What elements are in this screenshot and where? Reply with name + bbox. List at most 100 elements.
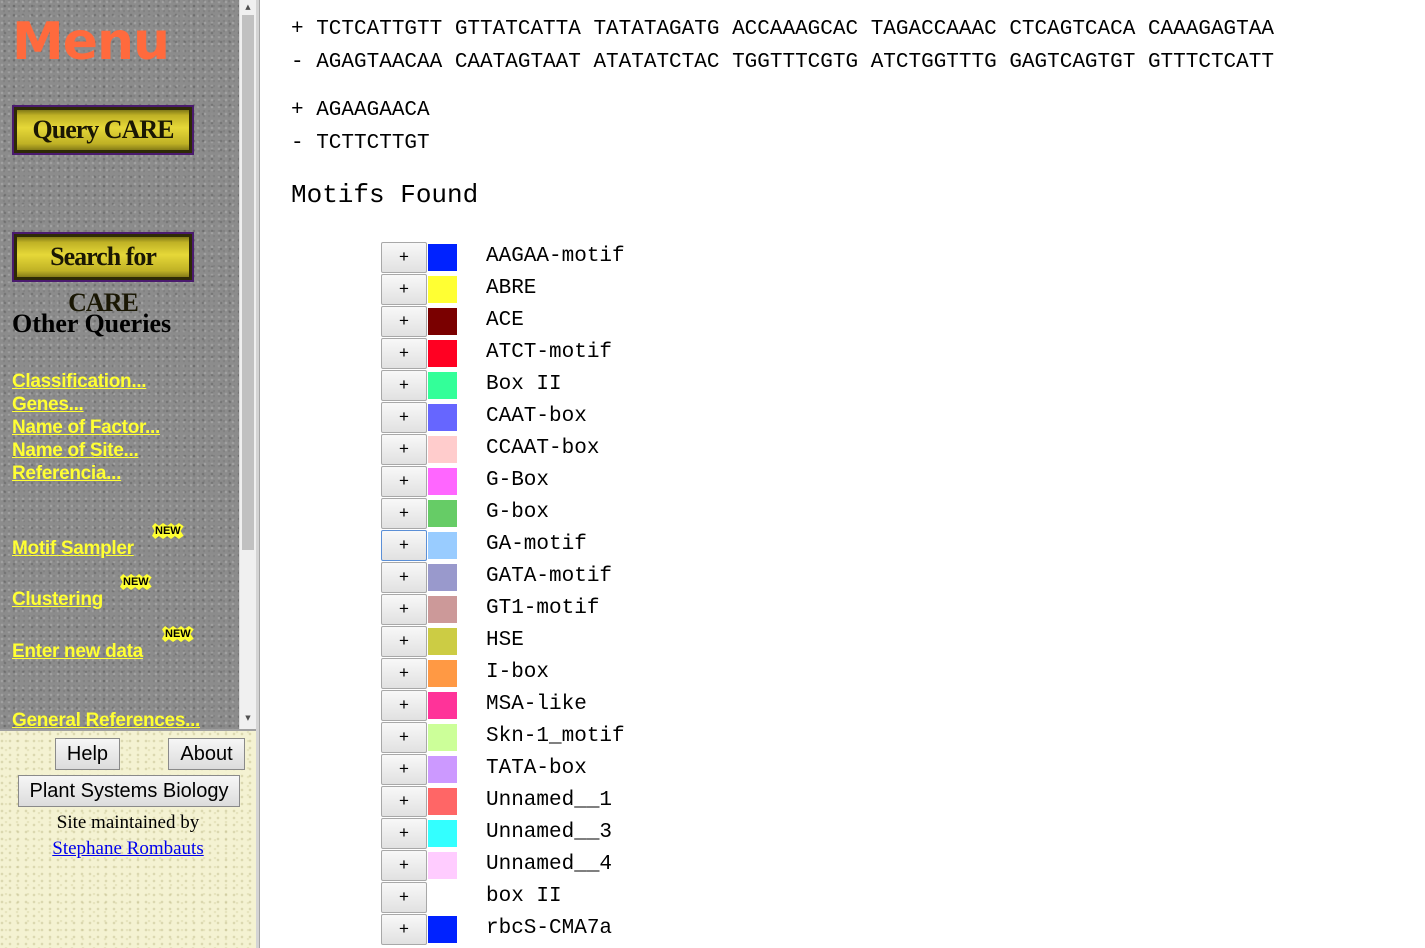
- expand-motif-button[interactable]: +: [381, 818, 427, 849]
- motif-name: GT1-motif: [486, 597, 600, 620]
- motif-color-swatch: [428, 788, 457, 815]
- motif-name: G-box: [486, 501, 550, 524]
- motif-name: ATCT-motif: [486, 341, 613, 364]
- motif-row: + rbcS-CMA7a: [381, 914, 1081, 946]
- frame-divider[interactable]: [256, 0, 260, 948]
- expand-motif-button[interactable]: +: [381, 274, 427, 305]
- motif-sampler-link[interactable]: Motif Sampler: [12, 537, 134, 560]
- expand-motif-button[interactable]: +: [381, 562, 427, 593]
- motif-name: I-box: [486, 661, 550, 684]
- expand-motif-button[interactable]: +: [381, 306, 427, 337]
- motif-color-swatch: [428, 820, 457, 847]
- motif-row: + Unnamed__4: [381, 850, 1081, 882]
- new-badge: NEW: [152, 523, 184, 539]
- motif-row: + Unnamed__3: [381, 818, 1081, 850]
- search-for-care-button[interactable]: Search for CARE: [12, 232, 194, 317]
- motif-row: + AAGAA-motif: [381, 242, 1081, 274]
- sequence-minus-strand: - AGAGTAACAA CAATAGTAAT ATATATCTAC TGGTT…: [291, 51, 1274, 74]
- motif-color-swatch: [428, 628, 457, 655]
- motif-row: + CCAAT-box: [381, 434, 1081, 466]
- enter-new-data-link[interactable]: Enter new data: [12, 640, 143, 663]
- motif-name: Unnamed__1: [486, 789, 613, 812]
- motif-row: + TATA-box: [381, 754, 1081, 786]
- motif-row: + GATA-motif: [381, 562, 1081, 594]
- expand-motif-button[interactable]: +: [381, 786, 427, 817]
- query-care-button[interactable]: Query CARE: [12, 105, 194, 155]
- maintainer-link[interactable]: Stephane Rombauts: [52, 838, 203, 859]
- motif-color-swatch: [428, 884, 457, 911]
- motif-name: MSA-like: [486, 693, 587, 716]
- motif-row: + G-Box: [381, 466, 1081, 498]
- motif-color-swatch: [428, 500, 457, 527]
- expand-motif-button[interactable]: +: [381, 850, 427, 881]
- other-queries-heading: Other Queries: [12, 309, 172, 338]
- expand-motif-button[interactable]: +: [381, 434, 427, 465]
- expand-motif-button[interactable]: +: [381, 498, 427, 529]
- expand-motif-button[interactable]: +: [381, 626, 427, 657]
- menu-scrollbar[interactable]: ▲ ▼: [239, 0, 256, 729]
- motif-color-swatch: [428, 372, 457, 399]
- about-button[interactable]: About: [168, 738, 245, 770]
- motif-color-swatch: [428, 468, 457, 495]
- expand-motif-button[interactable]: +: [381, 402, 427, 433]
- clustering-link[interactable]: Clustering: [12, 588, 103, 611]
- sequence-plus-strand: + AGAAGAACA: [291, 99, 430, 122]
- motif-color-swatch: [428, 532, 457, 559]
- plant-systems-biology-button[interactable]: Plant Systems Biology: [18, 775, 240, 807]
- motif-name: rbcS-CMA7a: [486, 917, 613, 940]
- expand-motif-button[interactable]: +: [381, 658, 427, 689]
- motif-name: HSE: [486, 629, 524, 652]
- expand-motif-button[interactable]: +: [381, 722, 427, 753]
- expand-motif-button[interactable]: +: [381, 594, 427, 625]
- motif-name: CAAT-box: [486, 405, 587, 428]
- name-of-factor-link[interactable]: Name of Factor...: [12, 416, 160, 439]
- motif-name: ACE: [486, 309, 524, 332]
- help-button[interactable]: Help: [55, 738, 120, 770]
- expand-motif-button[interactable]: +: [381, 882, 427, 913]
- motif-color-swatch: [428, 660, 457, 687]
- motif-row: + ACE: [381, 306, 1081, 338]
- expand-motif-button[interactable]: +: [381, 242, 427, 273]
- expand-motif-button[interactable]: +: [381, 370, 427, 401]
- expand-motif-button[interactable]: +: [381, 690, 427, 721]
- motif-row: + GT1-motif: [381, 594, 1081, 626]
- main-content: + TCTCATTGTT GTTATCATTA TATATAGATG ACCAA…: [261, 0, 1425, 948]
- referencia-link[interactable]: Referencia...: [12, 462, 121, 485]
- genes-link[interactable]: Genes...: [12, 393, 84, 416]
- motif-color-swatch: [428, 724, 457, 751]
- motif-row: + CAAT-box: [381, 402, 1081, 434]
- motif-color-swatch: [428, 564, 457, 591]
- expand-motif-button[interactable]: +: [381, 914, 427, 945]
- scrollbar-thumb[interactable]: [242, 15, 254, 550]
- motif-color-swatch: [428, 276, 457, 303]
- motif-color-swatch: [428, 404, 457, 431]
- scroll-up-icon[interactable]: ▲: [240, 0, 256, 14]
- sequence-minus-strand: - TCTTCTTGT: [291, 132, 430, 155]
- motifs-found-heading: Motifs Found: [291, 180, 479, 210]
- motif-row: + G-box: [381, 498, 1081, 530]
- motif-color-swatch: [428, 692, 457, 719]
- motif-name: GA-motif: [486, 533, 587, 556]
- motif-name: box II: [486, 885, 562, 908]
- motif-color-swatch: [428, 852, 457, 879]
- expand-motif-button[interactable]: +: [381, 754, 427, 785]
- motif-name: Unnamed__3: [486, 821, 613, 844]
- motif-row: + GA-motif: [381, 530, 1081, 562]
- motif-name: GATA-motif: [486, 565, 613, 588]
- general-references-link[interactable]: General References...: [12, 709, 200, 729]
- classification-link[interactable]: Classification...: [12, 370, 147, 393]
- name-of-site-link[interactable]: Name of Site...: [12, 439, 139, 462]
- motif-color-swatch: [428, 596, 457, 623]
- motif-row: + Box II: [381, 370, 1081, 402]
- sequence-plus-strand: + TCTCATTGTT GTTATCATTA TATATAGATG ACCAA…: [291, 18, 1274, 41]
- scroll-down-icon[interactable]: ▼: [240, 711, 256, 725]
- motif-color-swatch: [428, 244, 457, 271]
- menu-title: Menu: [12, 12, 170, 72]
- motif-name: Skn-1_motif: [486, 725, 625, 748]
- info-frame: Help About Plant Systems Biology Site ma…: [0, 729, 256, 948]
- expand-motif-button[interactable]: +: [381, 338, 427, 369]
- expand-motif-button[interactable]: +: [381, 530, 427, 561]
- expand-motif-button[interactable]: +: [381, 466, 427, 497]
- motif-row: + Unnamed__1: [381, 786, 1081, 818]
- motif-name: Unnamed__4: [486, 853, 613, 876]
